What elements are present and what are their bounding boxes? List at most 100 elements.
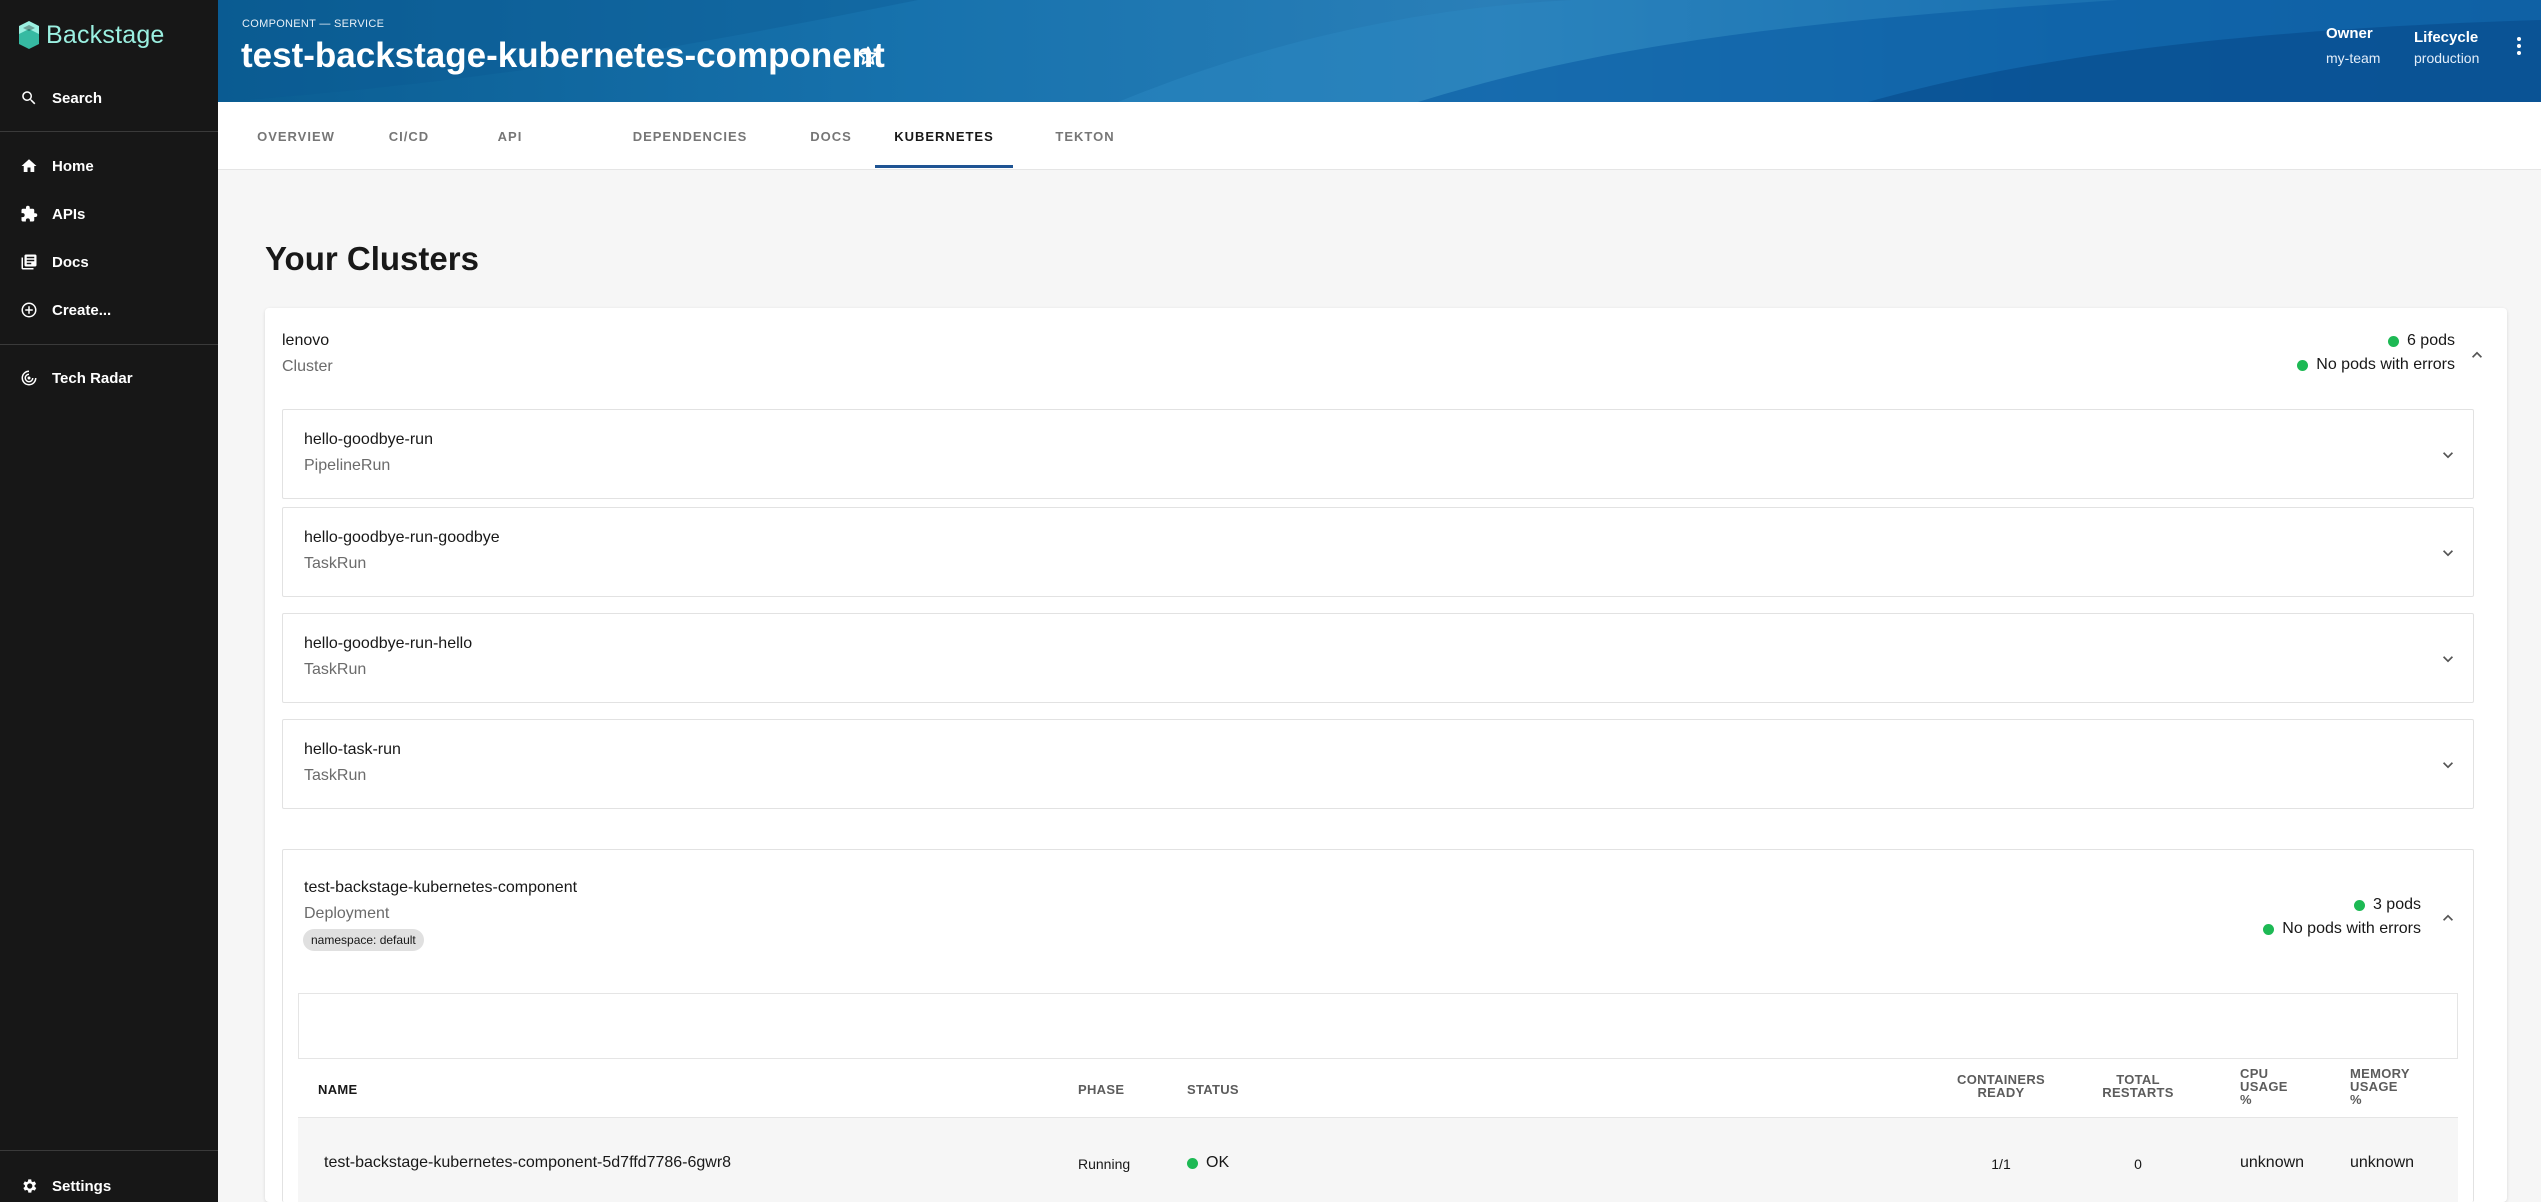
resource-accordion[interactable]: hello-task-run TaskRun [282,719,2474,809]
chevron-up-icon[interactable] [2438,908,2458,928]
col-phase-header[interactable]: PHASE [1078,1083,1124,1096]
cluster-type: Cluster [282,358,333,375]
backstage-logo-icon [19,21,39,49]
deployment-pods-status: 3 pods [2353,896,2421,914]
tab-tekton[interactable]: TEKTON [1030,102,1140,170]
logo-text: Backstage [46,20,165,49]
search-icon [22,91,36,105]
cluster-name[interactable]: lenovo [282,332,329,350]
page-title: test-backstage-kubernetes-component [241,36,885,75]
resource-name: hello-goodbye-run-goodbye [304,529,500,546]
sidebar-item-docs[interactable]: Docs [0,242,218,282]
col-containers-ready-header[interactable]: CONTAINERS READY [1951,1073,2051,1099]
chevron-up-icon[interactable] [2467,345,2487,365]
resource-kind: PipelineRun [304,457,391,474]
sidebar-divider [0,131,218,132]
status-ok-dot [2297,359,2309,371]
chevron-down-icon[interactable] [2438,445,2458,465]
sidebar-item-label: Home [52,157,94,175]
deployment-name[interactable]: test-backstage-kubernetes-component [304,879,577,897]
status-ok-dot [2263,923,2275,935]
star-outline-icon[interactable] [856,44,880,68]
header-line: READY [1977,1085,2025,1100]
resource-name: hello-goodbye-run [304,431,433,448]
sidebar-item-search[interactable]: Search [0,78,218,118]
status-ok-dot [2387,335,2399,347]
sidebar-item-home[interactable]: Home [0,146,218,186]
sidebar-divider [0,344,218,345]
deployment-errors-text: No pods with errors [2282,920,2421,937]
library-icon [21,254,37,270]
deployment-pods-count: 3 pods [2372,896,2421,913]
col-total-restarts-header[interactable]: TOTAL RESTARTS [2098,1073,2178,1099]
tab-kubernetes[interactable]: KUBERNETES [875,102,1013,170]
resource-accordion[interactable]: hello-goodbye-run-hello TaskRun [282,613,2474,703]
deployment-errors-status: No pods with errors [2263,920,2421,938]
status-ok-dot [2353,899,2365,911]
pod-cpu-usage: unknown [2240,1154,2305,1171]
pod-containers-ready: 1/1 [1991,1156,2011,1172]
sidebar-item-tech-radar[interactable]: Tech Radar [0,358,218,398]
resource-kind: TaskRun [304,767,367,784]
entity-header: COMPONENT — SERVICE test-backstage-kuber… [218,0,2541,102]
breadcrumb: COMPONENT — SERVICE [242,18,385,30]
resource-name: hello-task-run [304,741,401,758]
sidebar: Backstage Search Home APIs Docs Create..… [0,0,218,1202]
resource-accordion[interactable]: hello-goodbye-run PipelineRun [282,409,2474,499]
cluster-pods-count: 6 pods [2406,332,2455,349]
col-cpu-usage-header[interactable]: CPU USAGE % [2240,1067,2288,1106]
table-row[interactable]: test-backstage-kubernetes-component-5d7f… [298,1118,2458,1202]
lifecycle-label: Lifecycle [2414,29,2479,46]
sidebar-item-label: Search [52,89,103,107]
sidebar-item-create[interactable]: Create... [0,290,218,330]
deployment-kind: Deployment [304,905,390,922]
resource-accordion[interactable]: hello-goodbye-run-goodbye TaskRun [282,507,2474,597]
gear-icon [23,1179,37,1193]
active-tab-indicator [875,165,1013,168]
chevron-down-icon[interactable] [2438,755,2458,775]
owner-label: Owner [2326,25,2373,42]
add-circle-icon [21,302,37,318]
lifecycle-meta: Lifecycle production [2414,29,2479,66]
sidebar-item-label: Tech Radar [52,369,133,387]
entity-tabs: OVERVIEW CI/CD API DEPENDENCIES DOCS KUB… [218,102,2541,170]
home-icon [21,159,37,172]
pod-status: OK [1187,1154,1229,1172]
tab-dependencies[interactable]: DEPENDENCIES [620,102,760,170]
sidebar-item-apis[interactable]: APIs [0,194,218,234]
col-memory-usage-header[interactable]: MEMORY USAGE % [2350,1067,2410,1106]
sidebar-divider [0,1150,218,1151]
tab-api[interactable]: API [480,102,540,170]
tab-cicd[interactable]: CI/CD [364,102,454,170]
tab-overview[interactable]: OVERVIEW [246,102,346,170]
tab-docs[interactable]: DOCS [786,102,876,170]
cluster-errors-text: No pods with errors [2316,356,2455,373]
logo[interactable]: Backstage [18,20,165,50]
puzzle-icon [21,205,38,222]
header-line: RESTARTS [2102,1085,2174,1100]
owner-value[interactable]: my-team [2326,50,2380,66]
lifecycle-value: production [2414,50,2480,66]
chevron-down-icon[interactable] [2438,649,2458,669]
pod-name: test-backstage-kubernetes-component-5d7f… [324,1154,732,1171]
resource-name: hello-goodbye-run-hello [304,635,473,652]
radar-icon [21,370,37,386]
resource-kind: TaskRun [304,661,367,678]
status-ok-dot [1187,1157,1198,1169]
sidebar-item-label: Settings [52,1177,112,1195]
sidebar-item-settings[interactable]: Settings [0,1166,218,1202]
chevron-down-icon[interactable] [2438,543,2458,563]
cluster-pods-status: 6 pods [2387,332,2455,350]
cluster-errors-status: No pods with errors [2297,356,2455,374]
pod-total-restarts: 0 [2134,1156,2142,1172]
col-name-header[interactable]: NAME [318,1083,357,1096]
sidebar-item-label: Create... [52,301,112,319]
sidebar-item-label: Docs [52,253,89,271]
col-status-header[interactable]: STATUS [1187,1083,1239,1096]
pod-status-text: OK [1206,1154,1230,1171]
namespace-badge: namespace: default [303,929,424,951]
sidebar-item-label: APIs [52,205,86,223]
owner-meta: Owner my-team [2326,25,2380,66]
more-vert-icon[interactable] [2515,36,2523,56]
pods-table-header: NAME PHASE STATUS CONTAINERS READY TOTAL… [298,1058,2458,1118]
